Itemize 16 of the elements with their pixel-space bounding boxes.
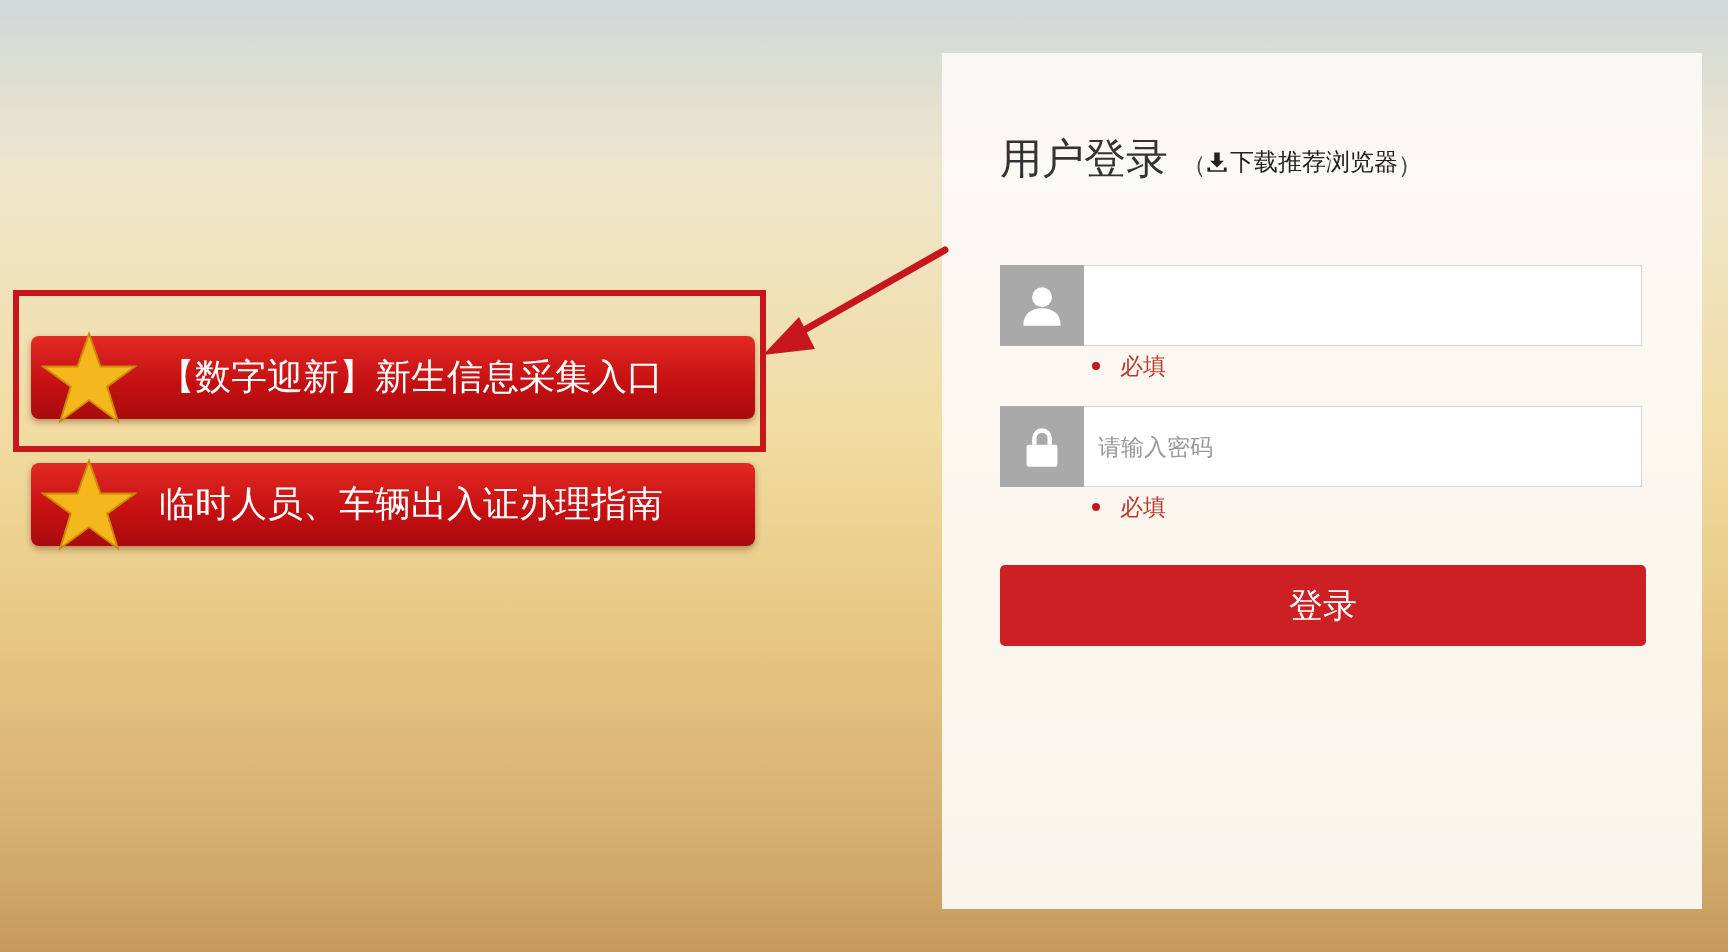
download-browser-link[interactable]: 下载推荐浏览器 xyxy=(1206,146,1398,178)
bracket-text: （ xyxy=(1182,150,1206,181)
lock-icon xyxy=(1000,406,1084,487)
download-icon xyxy=(1206,151,1228,173)
required-hint: 必填 xyxy=(1120,492,1166,522)
username-field[interactable] xyxy=(1084,265,1642,346)
bullet-icon xyxy=(1092,503,1100,511)
bracket-text: ） xyxy=(1398,150,1422,181)
star-icon xyxy=(41,456,137,553)
bullet-icon xyxy=(1092,362,1100,370)
login-title: 用户登录 xyxy=(1000,133,1168,185)
star-icon xyxy=(41,329,137,426)
password-field[interactable]: 请输入密码 xyxy=(1084,406,1642,487)
login-button[interactable]: 登录 xyxy=(1000,565,1646,646)
user-icon xyxy=(1000,265,1084,346)
required-hint: 必填 xyxy=(1120,351,1166,381)
